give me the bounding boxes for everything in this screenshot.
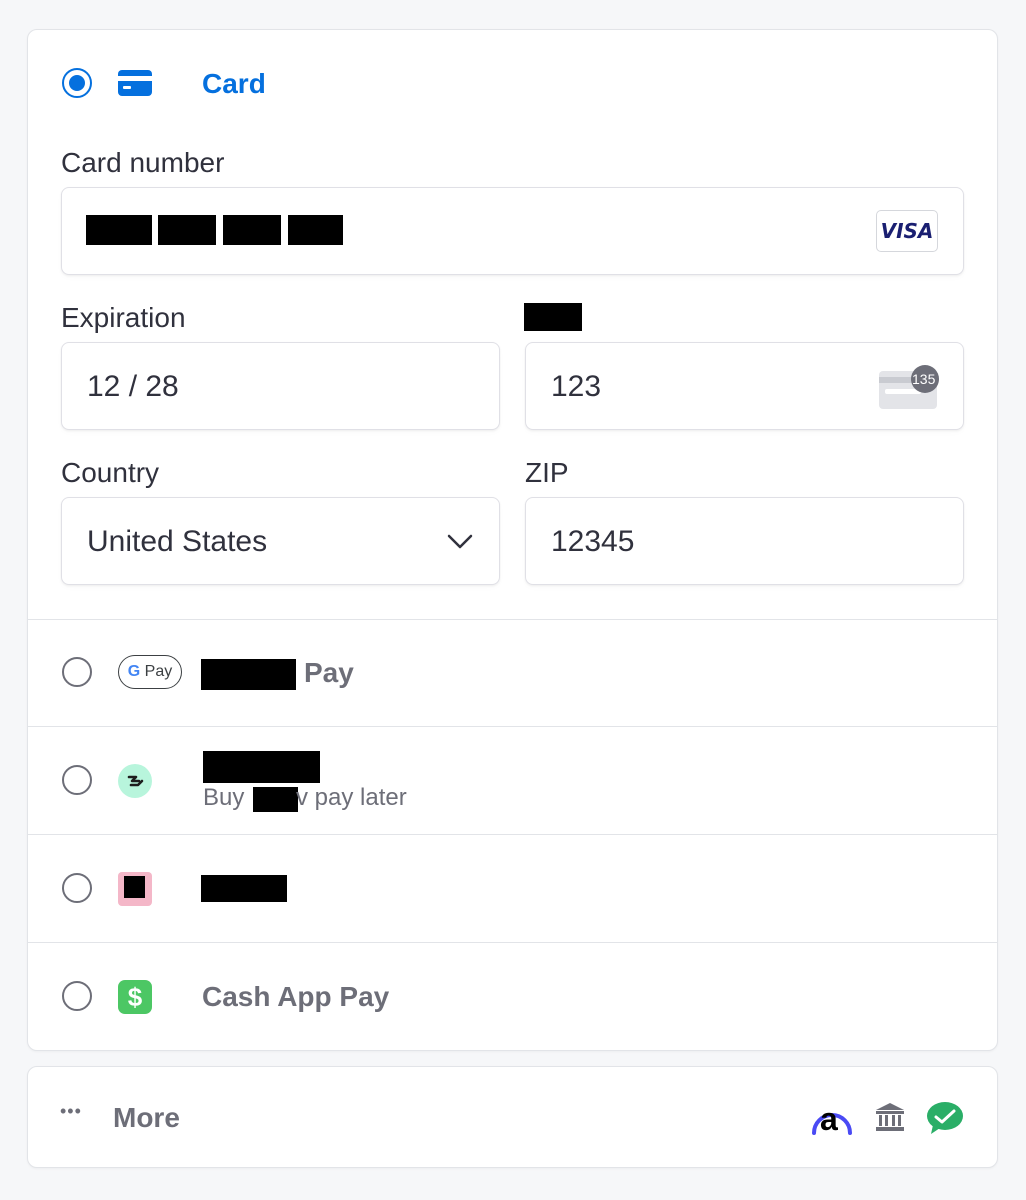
visa-icon: VISA: [876, 210, 938, 252]
card-number-input[interactable]: [61, 187, 964, 275]
link-label-redacted: [203, 751, 320, 783]
credit-card-icon: [118, 70, 152, 101]
cvc-card-icon: 135: [879, 365, 939, 409]
gpay-badge-text: Pay: [144, 663, 173, 680]
google-pay-icon: G Pay: [118, 655, 182, 689]
more-label: More: [113, 1102, 180, 1133]
card-number-redacted: [288, 215, 343, 245]
cvc-label-redacted: [524, 303, 582, 331]
card-number-redacted: [86, 215, 152, 245]
card-radio[interactable]: [62, 68, 92, 98]
expiration-value: 12 / 28: [87, 370, 179, 403]
link-subtext-redacted: [253, 787, 298, 812]
pay-later-label-redacted: [201, 875, 287, 902]
divider: [28, 834, 997, 835]
link-icon: [118, 764, 152, 803]
google-pay-label[interactable]: Pay: [304, 657, 354, 689]
link-subtext-end: v pay later: [296, 784, 407, 811]
card-number-label: Card number: [61, 147, 225, 178]
zip-value: 12345: [551, 525, 635, 558]
dollar-sign: $: [127, 982, 143, 1012]
divider: [28, 726, 997, 727]
bank-icon: [874, 1101, 906, 1138]
expiration-label: Expiration: [61, 302, 186, 333]
cash-app-label[interactable]: Cash App Pay: [202, 981, 389, 1013]
more-methods-button[interactable]: ••• More a: [27, 1066, 998, 1168]
link-subtext-start: Buy: [203, 784, 245, 811]
chevron-down-icon: [447, 534, 473, 555]
pay-later-radio[interactable]: [62, 873, 92, 903]
google-pay-label-redacted: [201, 659, 296, 690]
affirm-letter: a: [820, 1101, 838, 1137]
zip-label: ZIP: [525, 457, 569, 488]
card-number-redacted: [158, 215, 216, 245]
google-pay-radio[interactable]: [62, 657, 92, 687]
more-dots-icon: •••: [60, 1101, 82, 1121]
expiration-input[interactable]: 12 / 28: [61, 342, 500, 430]
payment-methods-panel: Card Card number VISA Expiration 12 / 28…: [27, 29, 998, 1051]
card-title[interactable]: Card: [202, 68, 266, 100]
cash-app-icon: $: [118, 980, 152, 1014]
cash-app-radio[interactable]: [62, 981, 92, 1011]
affirm-icon: a: [810, 1097, 854, 1137]
country-label: Country: [61, 457, 160, 488]
country-value: United States: [87, 525, 268, 558]
card-number-redacted: [223, 215, 281, 245]
google-g-letter: G: [127, 663, 141, 680]
link-radio[interactable]: [62, 765, 92, 795]
pay-later-icon: [118, 872, 152, 906]
cvc-value: 123: [551, 370, 602, 403]
divider: [28, 619, 997, 620]
country-select[interactable]: United States: [61, 497, 500, 585]
wechat-pay-icon: [925, 1101, 965, 1140]
zip-input[interactable]: 12345: [525, 497, 964, 585]
pay-later-icon-redacted: [124, 876, 145, 898]
cvc-icon-number: 135: [912, 371, 936, 387]
divider: [28, 942, 997, 943]
cvc-input[interactable]: 123 135: [525, 342, 964, 430]
